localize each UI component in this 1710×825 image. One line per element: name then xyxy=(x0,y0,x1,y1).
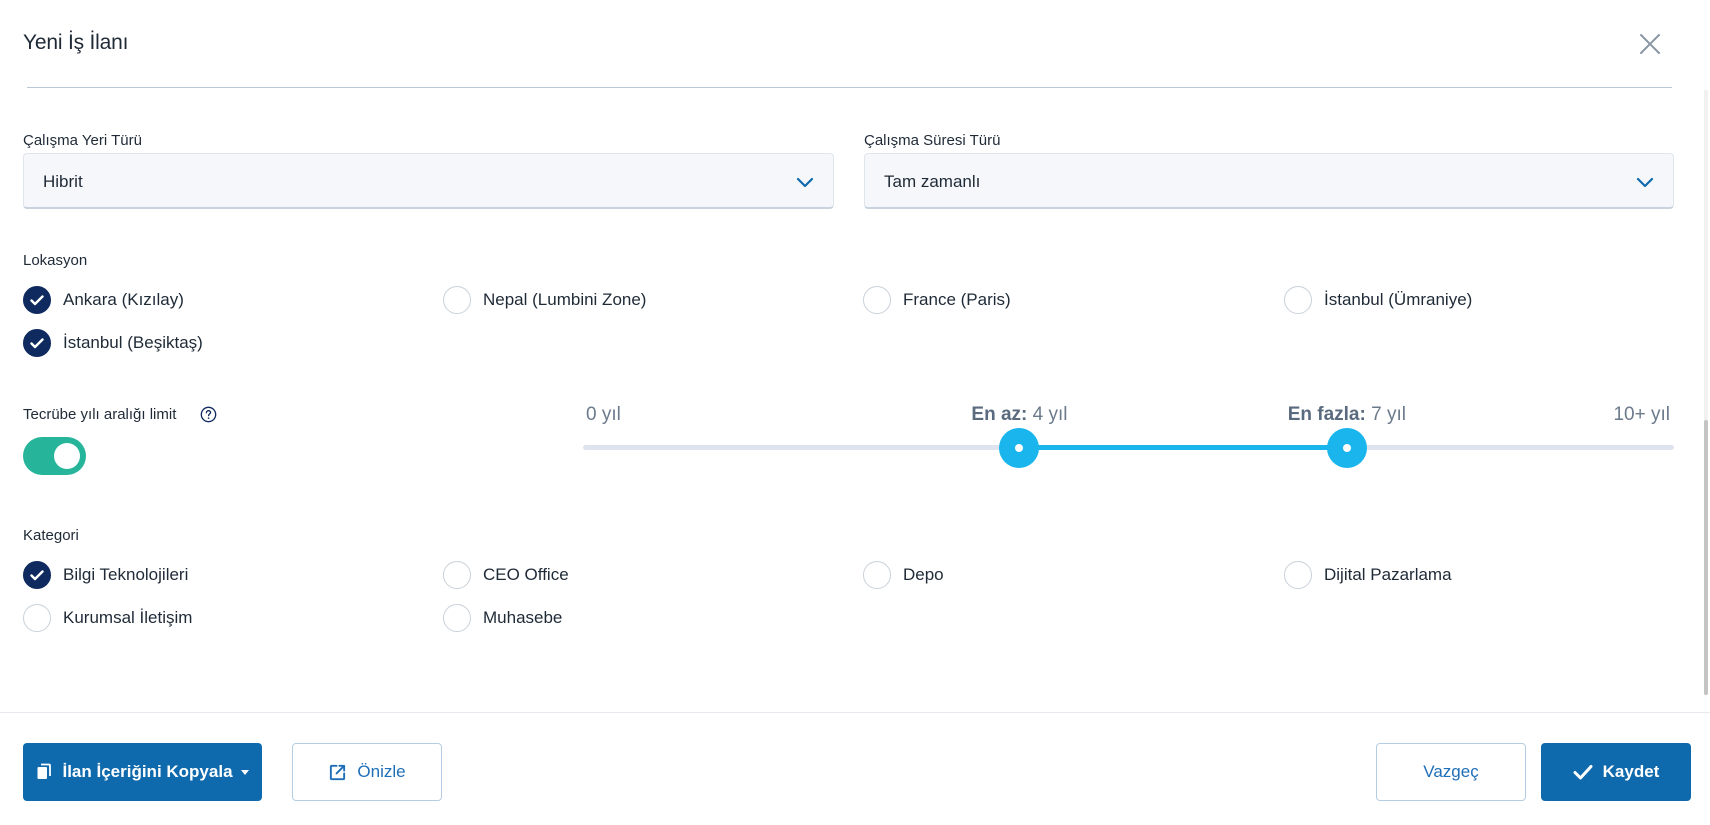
modal-header: Yeni İş İlanı xyxy=(0,0,1710,88)
caret-down-icon xyxy=(240,769,249,775)
check-icon xyxy=(30,337,44,348)
experience-label: Tecrübe yılı aralığı limit xyxy=(23,406,177,423)
low-prefix: En az: xyxy=(971,404,1028,425)
check-icon xyxy=(30,294,44,305)
range-max-label: 10+ yıl xyxy=(1613,404,1670,425)
copy-content-button[interactable]: İlan İçeriğini Kopyala xyxy=(23,743,262,801)
high-value: 7 yıl xyxy=(1371,404,1406,425)
checkbox-checked[interactable] xyxy=(23,329,51,357)
checkbox[interactable] xyxy=(863,561,891,589)
handle-dot xyxy=(1342,444,1351,452)
range-high-label: En fazla: 7 yıl xyxy=(1288,404,1406,426)
category-option-dijital-pazarlama[interactable]: Dijital Pazarlama xyxy=(1284,560,1452,590)
save-label: Kaydet xyxy=(1602,762,1660,781)
work-place-value: Hibrit xyxy=(43,172,83,191)
category-option-muhasebe[interactable]: Muhasebe xyxy=(443,603,562,633)
category-option-kurumsal-iletisim[interactable]: Kurumsal İletişim xyxy=(23,603,192,633)
experience-toggle[interactable] xyxy=(23,437,86,475)
range-handle-max[interactable] xyxy=(1326,428,1367,468)
category-option-label: Bilgi Teknolojileri xyxy=(63,565,189,584)
checkbox-checked[interactable] xyxy=(23,561,51,589)
location-option-label: İstanbul (Ümraniye) xyxy=(1324,290,1473,309)
work-duration-label: Çalışma Süresi Türü xyxy=(864,132,1001,149)
scrollbar[interactable] xyxy=(1704,90,1708,695)
work-place-select[interactable]: Hibrit xyxy=(23,153,834,209)
category-option-label: Muhasebe xyxy=(483,608,563,627)
high-prefix: En fazla: xyxy=(1287,404,1366,425)
toggle-knob xyxy=(54,443,80,469)
category-option-label: CEO Office xyxy=(483,565,569,584)
location-option-label: Nepal (Lumbini Zone) xyxy=(483,290,647,309)
range-low-label: En az: 4 yıl xyxy=(971,404,1067,426)
close-button[interactable] xyxy=(1636,30,1664,58)
check-icon xyxy=(30,569,44,580)
check-icon xyxy=(1573,764,1593,780)
checkbox[interactable] xyxy=(1284,286,1312,314)
work-duration-value: Tam zamanlı xyxy=(884,172,981,191)
preview-button[interactable]: Önizle xyxy=(292,743,442,801)
category-option-label: Depo xyxy=(903,565,944,584)
checkbox[interactable] xyxy=(443,286,471,314)
close-icon xyxy=(1640,34,1660,54)
location-option-france[interactable]: France (Paris) xyxy=(863,285,1011,315)
experience-range-track[interactable] xyxy=(583,445,1674,450)
location-option-ankara[interactable]: Ankara (Kızılay) xyxy=(23,285,184,315)
footer-divider xyxy=(0,712,1710,713)
checkbox-checked[interactable] xyxy=(23,286,51,314)
category-option-label: Kurumsal İletişim xyxy=(63,608,193,627)
category-option-ceo-office[interactable]: CEO Office xyxy=(443,560,569,590)
category-label: Kategori xyxy=(23,527,79,544)
copy-icon xyxy=(36,763,52,781)
location-option-label: İstanbul (Beşiktaş) xyxy=(63,333,203,352)
range-handle-min[interactable] xyxy=(999,428,1040,468)
location-option-label: Ankara (Kızılay) xyxy=(63,290,184,309)
location-label: Lokasyon xyxy=(23,252,88,269)
checkbox[interactable] xyxy=(863,286,891,314)
location-option-istanbul-besiktas[interactable]: İstanbul (Beşiktaş) xyxy=(23,328,203,358)
location-option-nepal[interactable]: Nepal (Lumbini Zone) xyxy=(443,285,646,315)
checkbox[interactable] xyxy=(443,604,471,632)
cancel-button[interactable]: Vazgeç xyxy=(1376,743,1526,801)
checkbox[interactable] xyxy=(443,561,471,589)
chevron-down-icon xyxy=(1636,177,1654,188)
modal-title: Yeni İş İlanı xyxy=(23,31,129,54)
work-duration-select[interactable]: Tam zamanlı xyxy=(864,153,1674,209)
handle-dot xyxy=(1015,444,1024,452)
external-link-icon xyxy=(328,763,347,782)
copy-content-label: İlan İçeriğini Kopyala xyxy=(62,762,233,781)
category-option-bilgi-teknolojileri[interactable]: Bilgi Teknolojileri xyxy=(23,560,188,590)
checkbox[interactable] xyxy=(23,604,51,632)
category-option-label: Dijital Pazarlama xyxy=(1324,565,1452,584)
preview-label: Önizle xyxy=(357,762,406,781)
category-option-depo[interactable]: Depo xyxy=(863,560,944,590)
scrollbar-thumb[interactable] xyxy=(1704,420,1708,695)
chevron-down-icon xyxy=(796,177,814,188)
experience-range-fill xyxy=(1019,445,1347,450)
help-circle-icon[interactable] xyxy=(200,406,217,423)
location-option-istanbul-umraniye[interactable]: İstanbul (Ümraniye) xyxy=(1284,285,1472,315)
save-button[interactable]: Kaydet xyxy=(1541,743,1691,801)
low-value: 4 yıl xyxy=(1032,404,1068,425)
cancel-label: Vazgeç xyxy=(1423,762,1479,781)
location-option-label: France (Paris) xyxy=(903,290,1011,309)
work-place-label: Çalışma Yeri Türü xyxy=(23,132,142,149)
checkbox[interactable] xyxy=(1284,561,1312,589)
range-min-label: 0 yıl xyxy=(586,404,621,425)
header-divider xyxy=(27,87,1672,88)
